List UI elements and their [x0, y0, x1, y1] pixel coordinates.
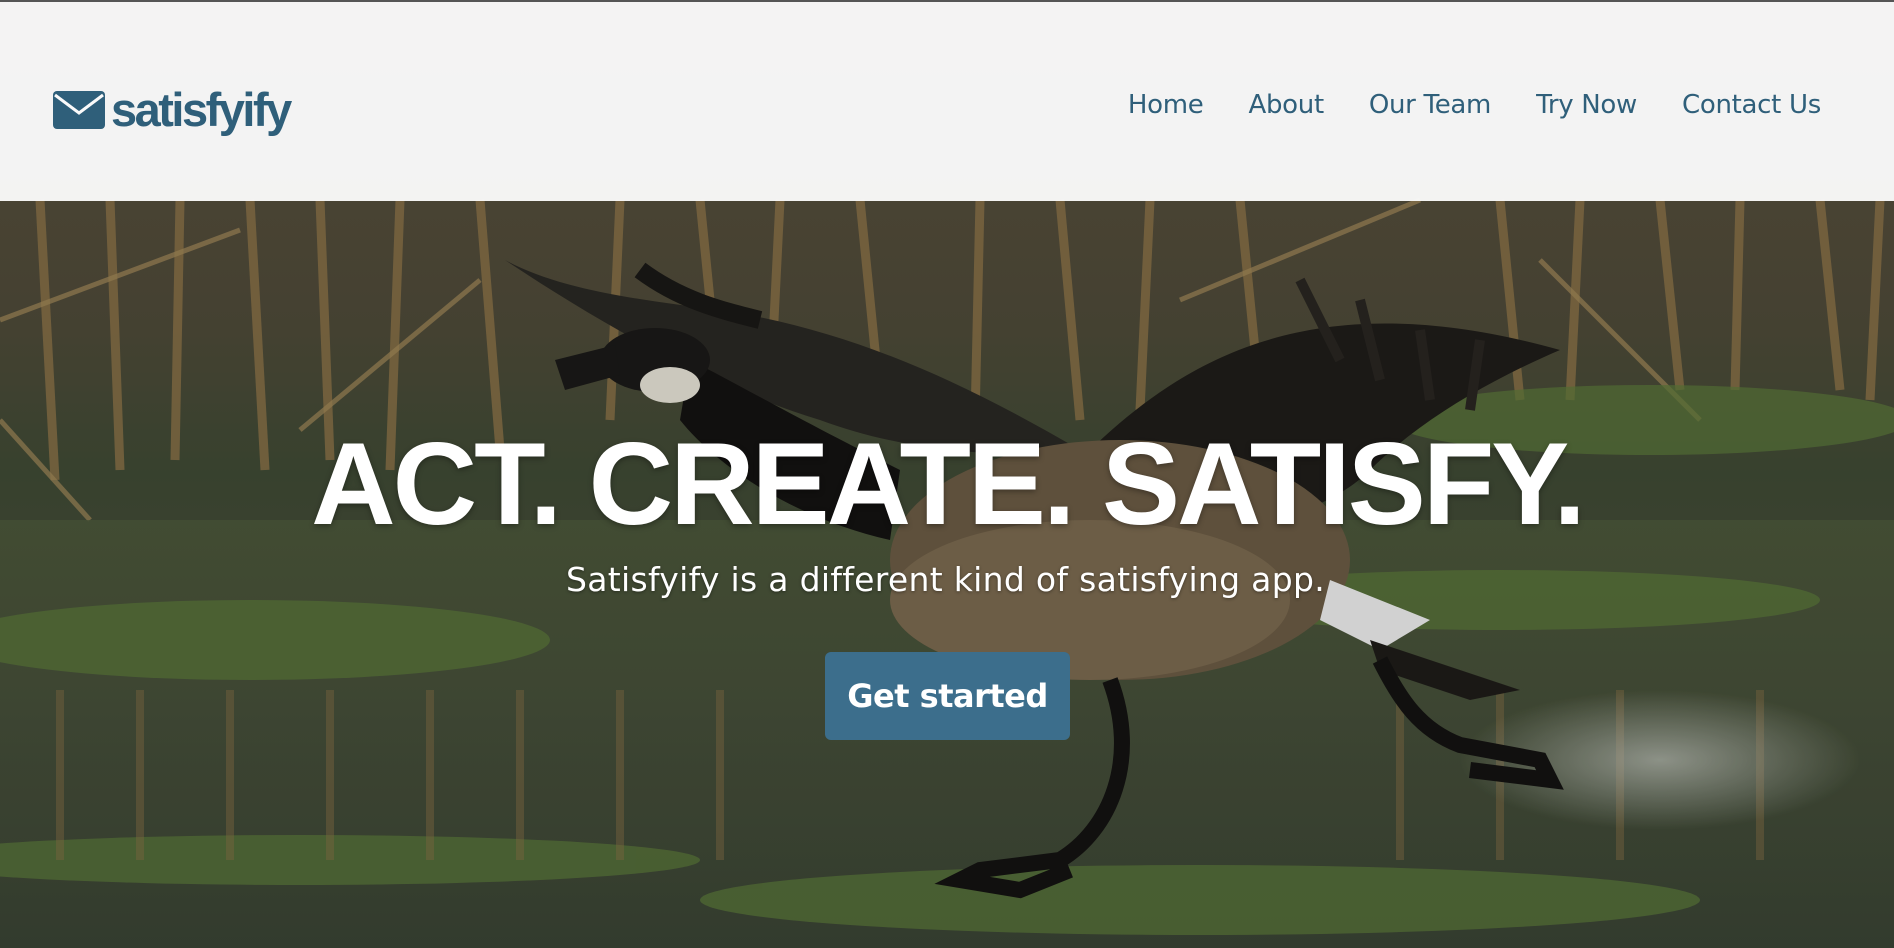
hero-subheadline: Satisfyify is a different kind of satisf… [0, 563, 1894, 596]
brand-logo-link[interactable]: satisfyify [53, 83, 292, 136]
get-started-button[interactable]: Get started [825, 652, 1070, 740]
page: satisfyify Home About Our Team Try Now C… [0, 0, 1894, 948]
main-nav: Home About Our Team Try Now Contact Us [1128, 92, 1821, 118]
site-header: satisfyify Home About Our Team Try Now C… [0, 0, 1894, 201]
hero-headline: ACT. CREATE. SATISFY. [311, 418, 1586, 549]
nav-link-about[interactable]: About [1248, 92, 1324, 118]
nav-link-try-now[interactable]: Try Now [1536, 92, 1637, 118]
envelope-icon [53, 90, 105, 129]
nav-link-our-team[interactable]: Our Team [1369, 92, 1492, 118]
nav-link-home[interactable]: Home [1128, 92, 1204, 118]
hero-subheadline-text: Satisfyify is a different kind of satisf… [565, 560, 1325, 599]
nav-link-contact-us[interactable]: Contact Us [1682, 92, 1821, 118]
brand-name: satisfyify [111, 83, 292, 136]
